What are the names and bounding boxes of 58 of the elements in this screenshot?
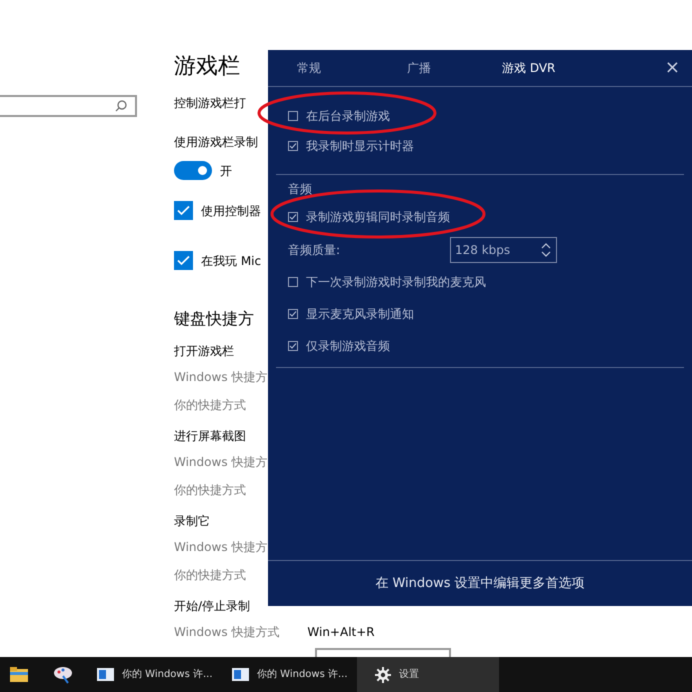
toggle-switch[interactable] xyxy=(174,161,212,180)
section-label: 音频 xyxy=(287,181,313,198)
shortcut-label: Windows 快捷方 xyxy=(174,369,268,386)
checkbox-label: 下一次录制游戏时录制我的麦克风 xyxy=(306,274,486,291)
checkbox-label: 我录制时显示计时器 xyxy=(306,138,414,154)
taskbar-button[interactable]: 设置 xyxy=(357,657,499,692)
field-label: 音频质量: xyxy=(288,242,340,258)
quality-select[interactable]: 128 kbps xyxy=(450,236,557,262)
setting-label: 进行屏幕截图 xyxy=(174,428,246,445)
setting-label: 录制它 xyxy=(174,513,210,530)
setting-label: 开始/停止录制 xyxy=(174,598,250,615)
checkbox[interactable] xyxy=(288,277,298,287)
settings-icon xyxy=(375,666,391,682)
checkmark-icon xyxy=(289,310,297,318)
palette-icon xyxy=(53,666,73,684)
tab[interactable]: 游戏 DVR xyxy=(502,59,556,77)
page-title: 游戏栏 xyxy=(174,53,240,81)
checkmark-icon xyxy=(289,142,297,150)
checkmark-icon xyxy=(289,342,297,350)
folder-icon xyxy=(10,667,28,682)
checkmark-icon xyxy=(289,213,297,221)
checkbox[interactable] xyxy=(288,140,298,150)
shortcut-label: Windows 快捷方 xyxy=(174,454,268,471)
checkbox[interactable] xyxy=(288,111,298,121)
checkbox-label: 录制游戏剪辑同时录制音频 xyxy=(306,209,450,226)
footer-link[interactable]: 在 Windows 设置中编辑更多首选项 xyxy=(375,574,585,594)
checkbox-label: 显示麦克风录制通知 xyxy=(306,306,414,323)
checkbox-label: 在我玩 Mic xyxy=(201,252,262,270)
setting-label: 打开游戏栏 xyxy=(174,343,234,360)
tab[interactable]: 广播 xyxy=(407,59,431,77)
input-field[interactable] xyxy=(315,648,451,657)
spinner-icon[interactable] xyxy=(541,242,551,256)
shortcut-label: 你的快捷方式 xyxy=(174,567,246,584)
shortcut-label: 你的快捷方式 xyxy=(174,482,246,499)
shortcut-label: Windows 快捷方式 xyxy=(174,624,280,641)
search-icon[interactable] xyxy=(115,100,127,112)
checkbox-label: 使用控制器 xyxy=(201,202,261,220)
taskbar-button[interactable]: 你的 Windows 许... xyxy=(87,657,222,692)
shortcut-value: Win+Alt+R xyxy=(307,624,375,641)
search-field[interactable] xyxy=(0,95,137,117)
checkbox[interactable] xyxy=(288,341,298,351)
window-icon xyxy=(97,668,114,681)
checkbox-label: 仅录制游戏音频 xyxy=(306,338,390,355)
checkbox[interactable] xyxy=(288,309,298,319)
checkbox[interactable] xyxy=(174,201,193,220)
setting-label: 使用游戏栏录制 xyxy=(174,134,258,151)
taskbar-button[interactable]: 你的 Windows 许... xyxy=(222,657,357,692)
checkbox[interactable] xyxy=(174,251,193,270)
shortcut-label: Windows 快捷方 xyxy=(174,539,268,556)
tab[interactable]: 常规 xyxy=(297,59,321,77)
toggle-label: 开 xyxy=(220,162,232,180)
section-heading: 键盘快捷方 xyxy=(174,308,254,330)
checkbox[interactable] xyxy=(288,212,298,222)
checkbox-label: 在后台录制游戏 xyxy=(306,108,390,125)
close-button[interactable]: × xyxy=(664,59,680,77)
shortcut-label: 你的快捷方式 xyxy=(174,397,246,414)
window-icon xyxy=(232,668,249,681)
setting-label: 控制游戏栏打 xyxy=(174,95,246,112)
